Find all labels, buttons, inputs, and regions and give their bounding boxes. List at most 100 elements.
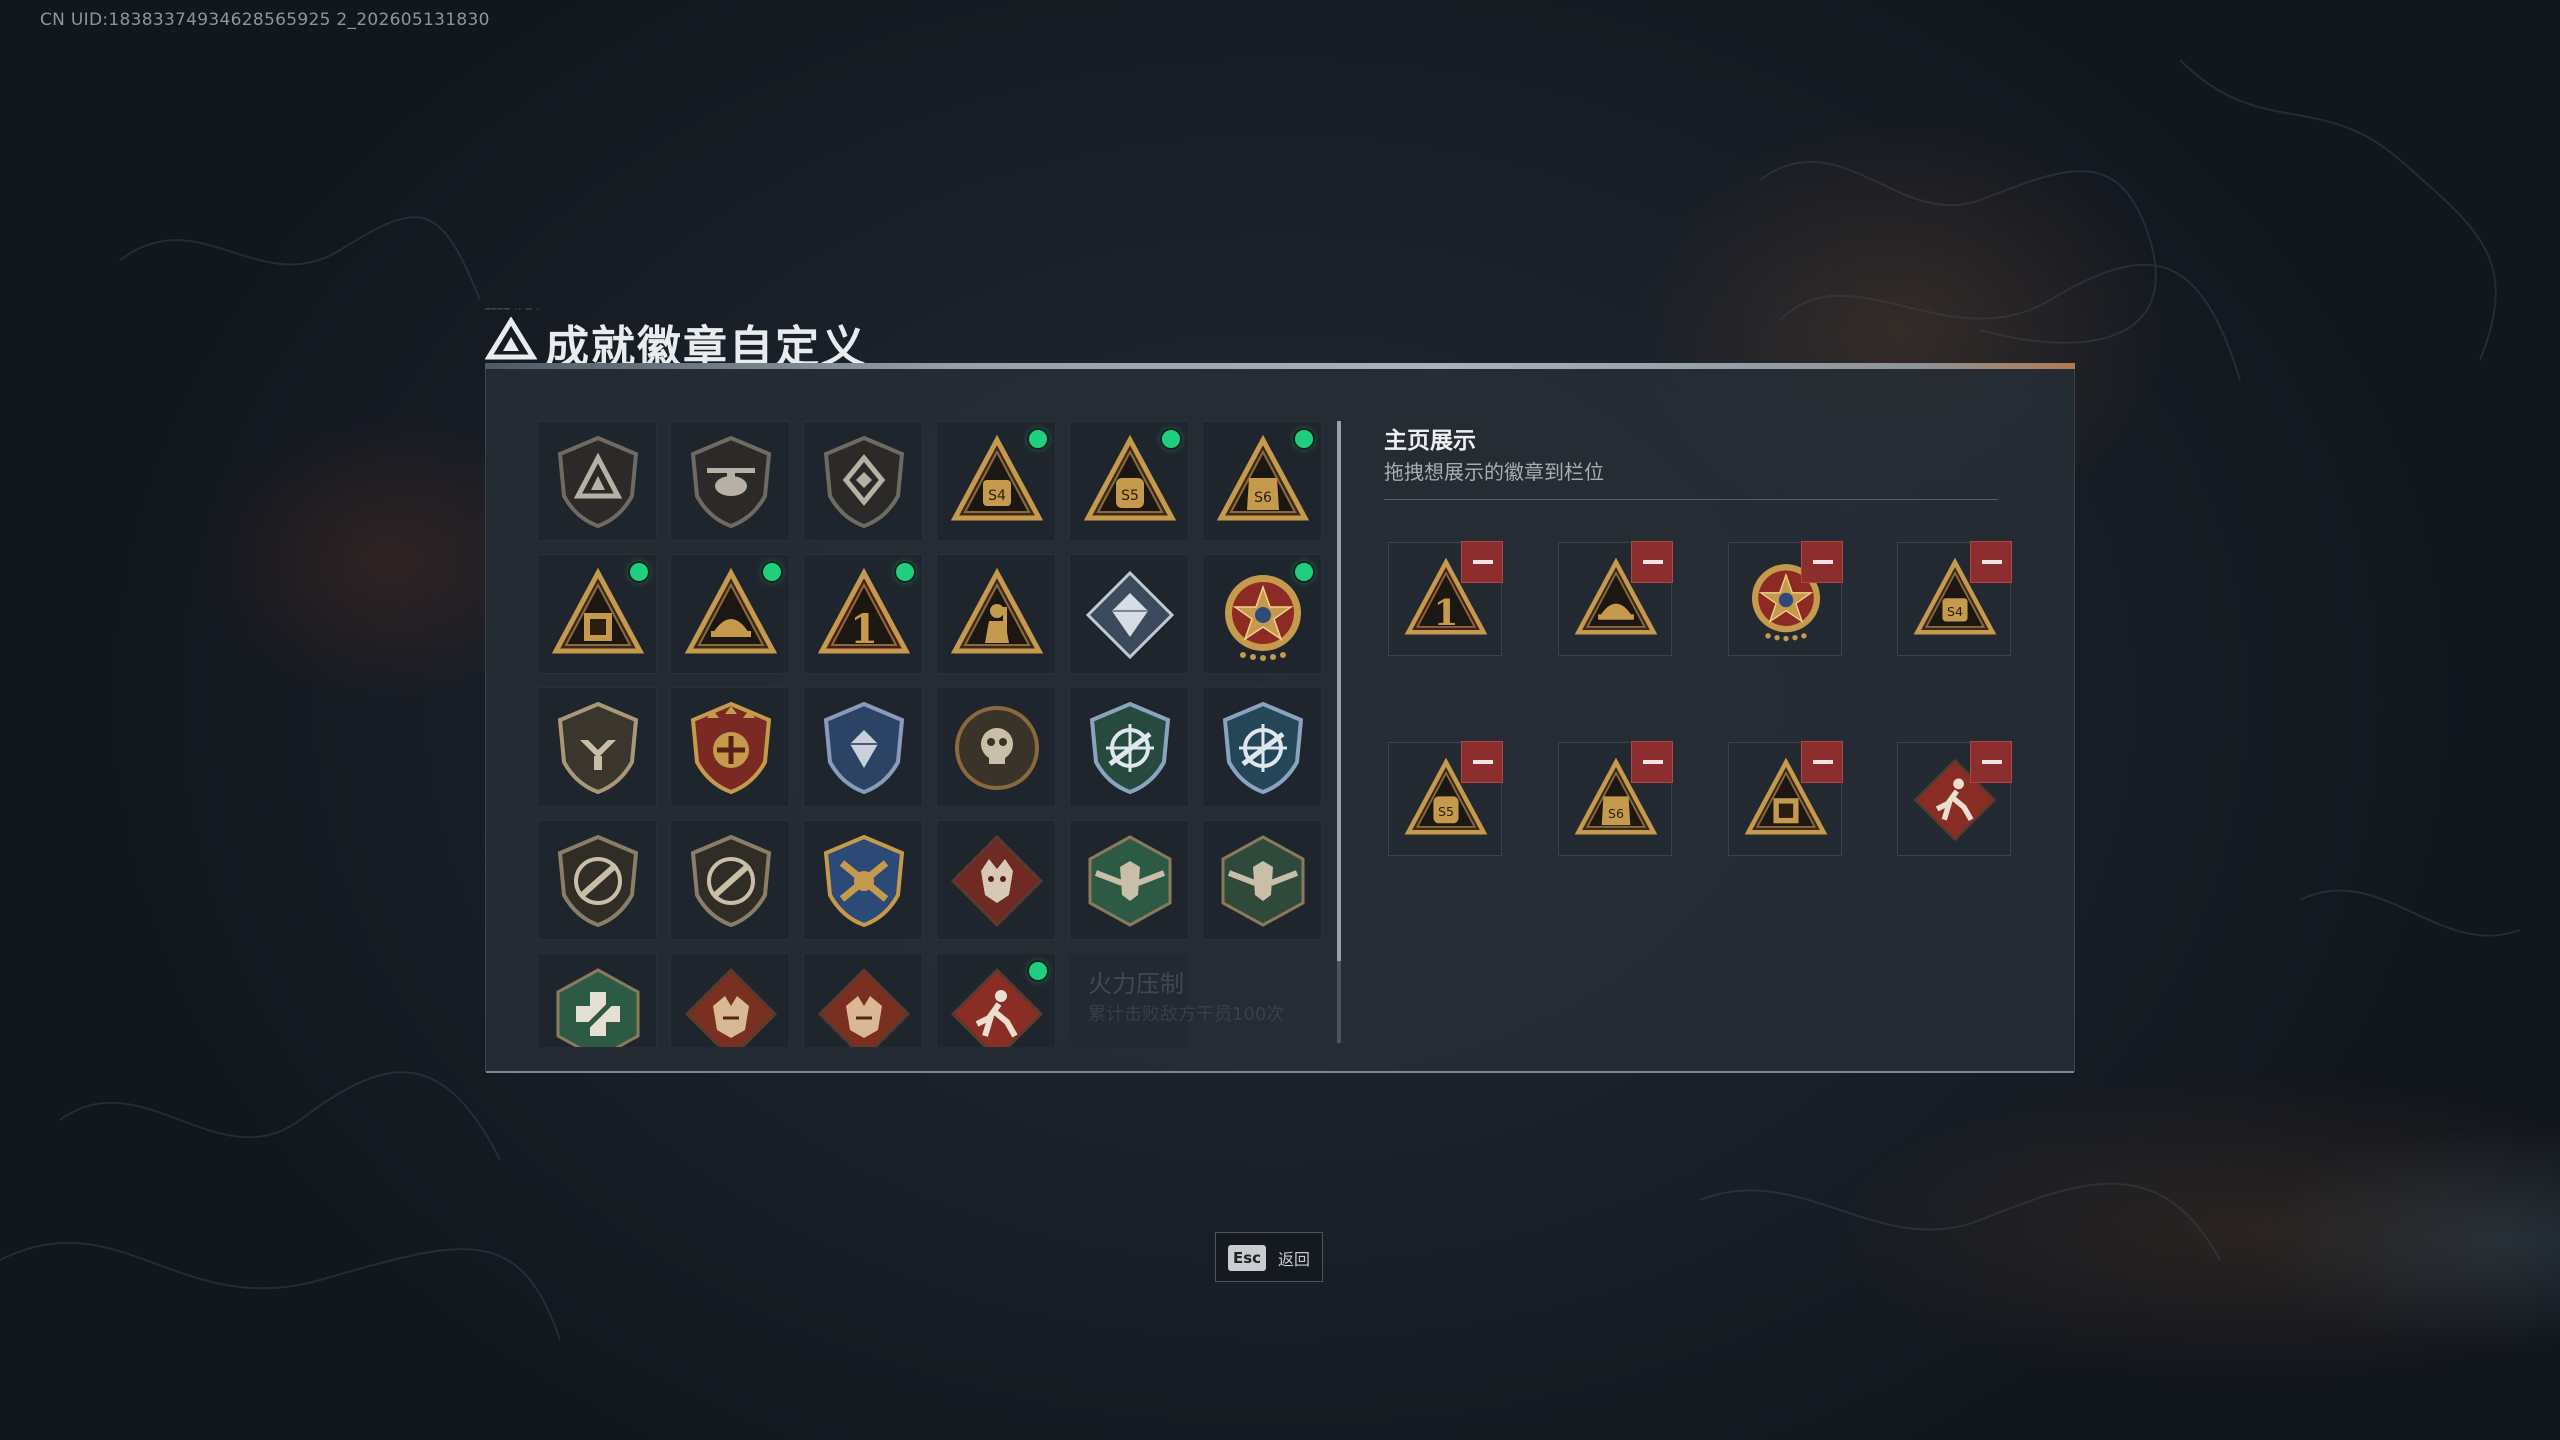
badge-customize-panel: S4 S5 S6 1 主页展示 拖拽想展示的徽章到栏位 1 S4 S5 S6	[485, 363, 2075, 1073]
new-indicator-icon	[763, 563, 781, 581]
badge-slot[interactable]	[670, 421, 790, 541]
medic-hex-icon	[556, 968, 640, 1047]
remove-icon[interactable]	[1970, 741, 2012, 783]
showcase-slot[interactable]: S4	[1897, 541, 2012, 656]
svg-text:S4: S4	[1947, 604, 1963, 619]
dragon-diamond-alt-icon	[817, 967, 911, 1047]
showcase-slot[interactable]: S6	[1558, 741, 1673, 856]
showcase-subtitle: 拖拽想展示的徽章到栏位	[1384, 460, 1604, 484]
badge-slot[interactable]	[670, 554, 790, 674]
winged-wolf-hex-alt-icon	[1221, 835, 1305, 927]
diamond-shield-icon	[823, 435, 905, 529]
badge-slot[interactable]	[537, 421, 657, 541]
faded-card-title: 火力压制	[1088, 970, 1184, 998]
badge-slot[interactable]	[1202, 820, 1322, 940]
showcase-slot[interactable]	[1897, 741, 2012, 856]
badge-slot[interactable]: S5	[1069, 421, 1189, 541]
collection-scrollbar-thumb[interactable]	[1337, 421, 1341, 961]
badge-slot[interactable]	[537, 554, 657, 674]
triangle-shield-icon	[557, 435, 639, 529]
badge-slot[interactable]: 1	[803, 554, 923, 674]
faded-card-subtitle: 累计击败敌方干员100次	[1088, 1004, 1285, 1025]
badge-slot[interactable]: S6	[1202, 421, 1322, 541]
s3-case-triangle-icon	[551, 567, 645, 654]
new-indicator-icon	[1029, 430, 1047, 448]
winged-wolf-hex-icon	[1088, 835, 1172, 927]
crystal-diamond-icon	[1085, 570, 1175, 660]
rifle-shield-alt-icon	[690, 834, 772, 928]
star-medal-icon	[1225, 575, 1301, 661]
badge-slot[interactable]	[537, 820, 657, 940]
sniper-shield-blue-icon	[1222, 701, 1304, 795]
badge-slot[interactable]	[670, 953, 790, 1047]
delta-logo-icon	[485, 317, 537, 360]
rank-1-triangle-icon: 1	[817, 567, 911, 654]
badge-slot[interactable]	[670, 687, 790, 807]
new-indicator-icon	[1162, 430, 1180, 448]
showcase-divider	[1384, 499, 1998, 500]
remove-icon[interactable]	[1970, 541, 2012, 583]
new-indicator-icon	[1295, 430, 1313, 448]
badge-slot[interactable]	[936, 820, 1056, 940]
badge-grid: S4 S5 S6 1	[537, 421, 1329, 1047]
badge-slot[interactable]	[537, 687, 657, 807]
title-decoration: ──── ·· ─ ·	[485, 305, 541, 315]
winged-crest-icon	[690, 701, 772, 795]
badge-slot[interactable]	[1202, 687, 1322, 807]
back-button[interactable]: Esc 返回	[1215, 1232, 1323, 1282]
helmet-triangle-icon	[684, 567, 778, 654]
svg-text:S5: S5	[1438, 804, 1454, 819]
esc-key-icon: Esc	[1228, 1245, 1266, 1271]
soldier-triangle-icon	[950, 567, 1044, 654]
svg-text:1: 1	[850, 606, 878, 653]
new-indicator-icon	[1029, 962, 1047, 980]
showcase-slot[interactable]	[1728, 741, 1843, 856]
badge-slot[interactable]	[803, 820, 923, 940]
badge-slot[interactable]	[670, 820, 790, 940]
badge-collection[interactable]: S4 S5 S6 1	[537, 421, 1329, 1047]
badge-slot[interactable]	[1069, 820, 1189, 940]
showcase-title: 主页展示	[1384, 428, 1476, 454]
badge-slot[interactable]	[803, 687, 923, 807]
svg-text:1: 1	[1434, 592, 1459, 634]
remove-icon[interactable]	[1631, 741, 1673, 783]
runner-diamond-icon	[950, 967, 1044, 1047]
badge-slot[interactable]: S4	[936, 421, 1056, 541]
remove-icon[interactable]	[1461, 741, 1503, 783]
showcase-slot[interactable]	[1558, 541, 1673, 656]
sniper-shield-icon	[1089, 701, 1171, 795]
remove-icon[interactable]	[1461, 541, 1503, 583]
new-indicator-icon	[1295, 563, 1313, 581]
remove-icon[interactable]	[1801, 541, 1843, 583]
svg-text:S6: S6	[1608, 806, 1624, 821]
back-label: 返回	[1278, 1250, 1311, 1269]
blue-crest-icon	[823, 701, 905, 795]
panel-top-bar	[485, 363, 2075, 369]
dragon-diamond-icon	[684, 967, 778, 1047]
wolf-diamond-icon	[950, 834, 1044, 928]
eagle-shield-icon	[557, 701, 639, 795]
badge-slot[interactable]	[1202, 554, 1322, 674]
panel-bottom-line	[486, 1071, 2074, 1073]
uid-label: CN UID:18383374934628565925 2_2026051318…	[40, 10, 490, 30]
remove-icon[interactable]	[1631, 541, 1673, 583]
badge-slot[interactable]	[803, 953, 923, 1047]
badge-slot[interactable]	[936, 687, 1056, 807]
svg-text:S4: S4	[988, 488, 1006, 504]
badge-slot[interactable]	[1069, 687, 1189, 807]
badge-slot[interactable]	[1069, 554, 1189, 674]
badge-slot[interactable]	[936, 953, 1056, 1047]
showcase-slot[interactable]: 1	[1388, 541, 1503, 656]
crossed-rifles-crest-icon	[823, 834, 905, 928]
svg-text:S6: S6	[1254, 490, 1272, 506]
badge-slot[interactable]	[803, 421, 923, 541]
badge-slot[interactable]	[537, 953, 657, 1047]
helicopter-shield-icon	[690, 435, 772, 529]
skull-emblem-icon	[955, 706, 1039, 790]
showcase-slot[interactable]: S5	[1388, 741, 1503, 856]
showcase-slot[interactable]	[1728, 541, 1843, 656]
new-indicator-icon	[630, 563, 648, 581]
s4-backpack-triangle-icon: S4	[950, 434, 1044, 521]
badge-slot[interactable]	[936, 554, 1056, 674]
remove-icon[interactable]	[1801, 741, 1843, 783]
